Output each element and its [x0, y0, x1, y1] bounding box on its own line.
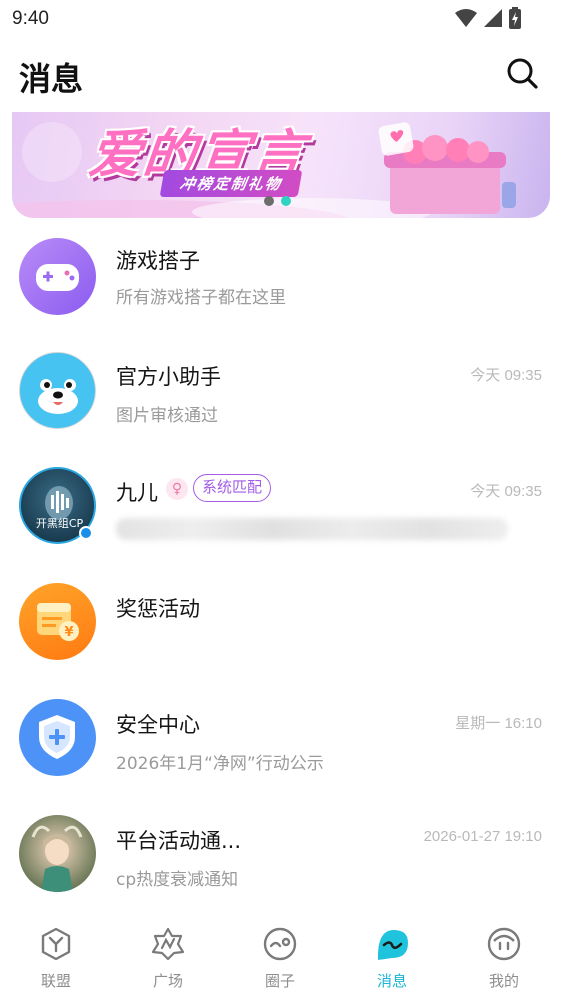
message-name: 安全中心: [116, 713, 200, 737]
bottom-navigation: 联盟 广场 圈子 消息 我的: [0, 914, 561, 999]
page-title: 消息: [19, 60, 84, 98]
battery-icon: [509, 7, 521, 29]
shield-avatar: [19, 699, 96, 776]
banner-pagination: [264, 196, 291, 206]
character-portrait-icon: [31, 825, 83, 892]
message-time: 今天 09:35: [470, 483, 542, 500]
nav-label: 广场: [152, 972, 183, 990]
nav-label: 消息: [376, 972, 407, 990]
message-time: 今天 09:35: [470, 367, 542, 384]
list-item-official-assistant[interactable]: 官方小助手 今天 09:35 图片审核通过: [0, 338, 561, 448]
reward-avatar: ¥: [19, 583, 96, 660]
message-name: 官方小助手: [116, 365, 221, 389]
shield-icon: [39, 715, 75, 759]
search-icon: [507, 58, 538, 89]
wifi-icon: [455, 9, 477, 27]
message-name: 九儿: [116, 481, 158, 505]
list-item-platform-notice[interactable]: 平台活动通... 2026-01-27 19:10 cp热度衰减通知: [0, 802, 561, 912]
profile-icon: [487, 927, 521, 961]
list-item-security-center[interactable]: 安全中心 星期一 16:10 2026年1月“净网”行动公示: [0, 686, 561, 796]
message-name: 平台活动通...: [116, 829, 242, 853]
message-preview: 所有游戏搭子都在这里: [116, 288, 286, 308]
gender-female-icon: ♀: [166, 478, 188, 500]
signal-icon: [484, 9, 502, 27]
list-item-user-jiuer[interactable]: 开黑组CP 九儿 ♀ 系统匹配 今天 09:35: [0, 454, 561, 564]
banner-dot-active[interactable]: [281, 196, 291, 206]
seal-mascot-icon: [38, 379, 78, 414]
gamepad-icon: [36, 264, 79, 291]
nav-tab-plaza[interactable]: 广场: [112, 914, 224, 999]
list-item-reward-activity[interactable]: ¥ 奖惩活动: [0, 570, 561, 680]
status-icons: [455, 7, 521, 29]
online-status-dot: [79, 526, 93, 540]
message-name: 游戏搭子: [116, 249, 200, 273]
svg-text:¥: ¥: [64, 625, 73, 640]
calendar-coin-icon: ¥: [37, 603, 79, 641]
nav-tab-circle[interactable]: 圈子: [224, 914, 336, 999]
seal-mascot-avatar: [19, 352, 96, 429]
message-preview: cp热度衰减通知: [116, 870, 239, 890]
promo-banner[interactable]: 爱的宣言 冲榜定制礼物: [12, 112, 550, 218]
nav-tab-profile[interactable]: 我的: [448, 914, 560, 999]
alliance-icon: [41, 927, 71, 961]
circle-icon: [263, 927, 297, 961]
message-preview: 图片审核通过: [116, 406, 218, 426]
system-match-tag: 系统匹配: [193, 474, 272, 502]
gamepad-avatar: [19, 238, 96, 315]
plaza-icon: [151, 927, 185, 961]
banner-subtitle: 冲榜定制礼物: [159, 170, 303, 197]
message-name: 奖惩活动: [116, 597, 200, 621]
gift-box-icon: [378, 122, 516, 214]
header: 消息: [0, 50, 561, 102]
nav-label: 联盟: [40, 972, 71, 990]
list-item-game-partner[interactable]: 游戏搭子 所有游戏搭子都在这里: [0, 222, 561, 332]
banner-dot[interactable]: [264, 196, 274, 206]
blurred-preview: [116, 518, 508, 540]
nav-label: 圈子: [264, 972, 295, 990]
nav-label: 我的: [488, 972, 519, 990]
message-time: 2026-01-27 19:10: [423, 828, 542, 845]
message-time: 星期一 16:10: [455, 715, 542, 732]
message-preview: 2026年1月“净网”行动公示: [116, 754, 324, 774]
message-icon: [378, 930, 408, 960]
nav-tab-alliance[interactable]: 联盟: [0, 914, 112, 999]
search-button[interactable]: [505, 56, 539, 90]
nav-tab-messages[interactable]: 消息: [336, 914, 448, 999]
status-bar: 9:40: [0, 0, 561, 38]
character-avatar: [19, 815, 96, 892]
status-time: 9:40: [12, 8, 49, 29]
